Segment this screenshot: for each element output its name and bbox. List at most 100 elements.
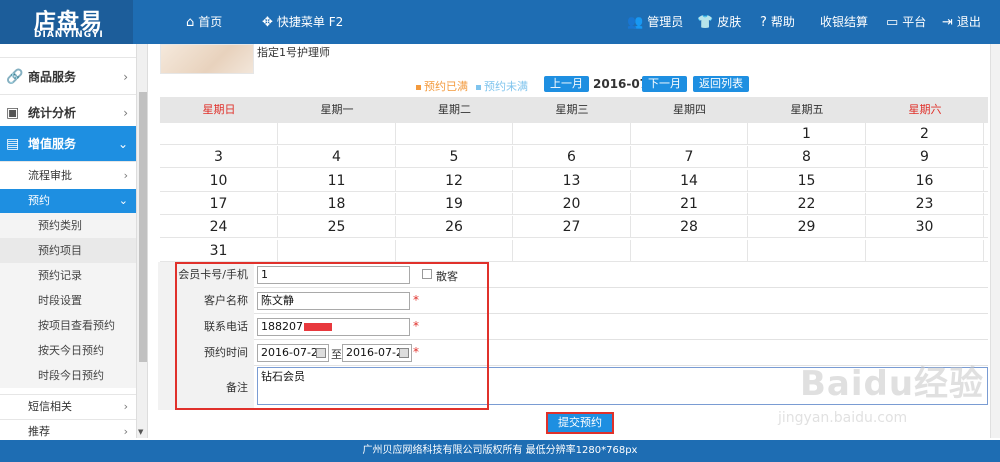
submit-reservation-button[interactable]: 提交预约	[546, 412, 614, 434]
calendar-day-cell	[631, 239, 748, 262]
chevron-right-icon: ›	[123, 70, 128, 84]
calendar-day-cell[interactable]: 5	[396, 146, 513, 169]
legend-full: 预约已满	[416, 78, 468, 94]
sidebar-scrollbar[interactable]: ▼	[136, 44, 147, 438]
calendar-day-cell[interactable]: 28	[631, 216, 748, 239]
calendar-day-cell	[396, 123, 513, 145]
calendar-day-cell	[748, 239, 866, 262]
calendar-day-cell[interactable]: 30	[866, 216, 984, 239]
form-row-member: 会员卡号/手机 1 散客	[158, 262, 988, 288]
sidebar-item-approval[interactable]: 流程审批 ›	[0, 164, 136, 188]
main-scrollbar[interactable]	[990, 44, 1000, 438]
sidebar-section-value-added[interactable]: ▤ 增值服务 ⌄	[0, 126, 136, 162]
calendar-day-cell[interactable]: 24	[160, 216, 278, 239]
calendar-day-cell[interactable]: 25	[278, 216, 396, 239]
calendar-week-row: 12	[160, 123, 988, 145]
required-mark: *	[413, 293, 419, 307]
sidebar-section-goods[interactable]: 🔗 商品服务 ›	[0, 59, 136, 95]
required-mark: *	[413, 345, 419, 359]
phone-label: 联系电话	[158, 314, 254, 340]
calendar-day-cell[interactable]: 18	[278, 192, 396, 215]
sidebar-leaf-reservation-type[interactable]: 预约类别	[0, 213, 136, 238]
time-to-input[interactable]: 2016-07-22	[342, 344, 412, 362]
sidebar-leaf-by-day-today[interactable]: 按天今日预约	[0, 338, 136, 363]
calendar-day-cell[interactable]: 17	[160, 192, 278, 215]
calendar-day-cell[interactable]: 15	[748, 169, 866, 192]
sidebar-scrollbar-thumb[interactable]	[139, 92, 147, 362]
monitor-icon: ▭	[886, 15, 899, 30]
calendar-day-cell[interactable]: 29	[748, 216, 866, 239]
note-label: 备注	[158, 366, 254, 410]
calendar-day-cell[interactable]: 7	[631, 146, 748, 169]
calendar-day-cell[interactable]: 20	[513, 192, 631, 215]
nav-skin[interactable]: 👕 皮肤	[697, 0, 741, 44]
chevron-right-icon: ›	[123, 169, 128, 182]
sidebar-item-recommend[interactable]: 推荐 ›	[0, 419, 136, 438]
nav-quick-menu[interactable]: ✥ 快捷菜单 F2	[262, 0, 343, 44]
nav-help[interactable]: ? 帮助	[760, 0, 795, 44]
weekday-header: 星期三	[555, 103, 589, 116]
assign-text: 指定1号护理师	[257, 46, 330, 59]
sidebar-leaf-time-slot[interactable]: 时段设置	[0, 288, 136, 313]
nav-admin[interactable]: 👥 管理员	[627, 0, 683, 44]
calendar-day-cell[interactable]: 13	[513, 169, 631, 192]
calendar-day-cell[interactable]: 23	[866, 192, 984, 215]
logo[interactable]: 店盘易 DIANYINGYI	[0, 0, 133, 44]
weekday-header: 星期四	[673, 103, 706, 116]
calendar-day-cell[interactable]: 16	[866, 169, 984, 192]
sidebar-clipped-item	[0, 44, 136, 58]
calendar-day-cell[interactable]: 4	[278, 146, 396, 169]
calendar-day-cell	[513, 239, 631, 262]
sidebar-leaf-slot-today[interactable]: 时段今日预约	[0, 363, 136, 388]
weekday-header: 星期五	[790, 103, 824, 116]
calendar-day-cell[interactable]: 3	[160, 146, 278, 169]
time-from-input[interactable]: 2016-07-22	[257, 344, 329, 362]
member-input[interactable]: 1	[257, 266, 410, 284]
calendar-day-cell[interactable]: 14	[631, 169, 748, 192]
calendar-day-cell[interactable]: 26	[396, 216, 513, 239]
calendar-day-cell[interactable]: 8	[748, 146, 866, 169]
form-row-note: 备注 钻石会员	[158, 366, 988, 410]
calendar-icon[interactable]	[316, 348, 326, 358]
calendar-day-cell[interactable]: 22	[748, 192, 866, 215]
sidebar-item-sms[interactable]: 短信相关 ›	[0, 394, 136, 418]
guest-checkbox[interactable]	[422, 269, 432, 279]
scroll-down-icon[interactable]: ▼	[138, 428, 143, 436]
form-row-name: 客户名称 陈文静 *	[158, 288, 988, 314]
calendar-day-cell[interactable]: 2	[866, 123, 984, 145]
calendar-day-cell[interactable]: 31	[160, 239, 278, 262]
square-icon	[476, 84, 481, 90]
phone-input[interactable]: 188207	[257, 318, 410, 336]
footer: 广州贝应网络科技有限公司版权所有 最低分辨率1280*768px	[0, 440, 1000, 462]
calendar-day-cell[interactable]: 27	[513, 216, 631, 239]
calendar-day-cell	[631, 123, 748, 145]
calendar-day-cell[interactable]: 10	[160, 169, 278, 192]
calendar-header: 星期日 星期一 星期二 星期三 星期四 星期五 星期六	[160, 97, 988, 123]
note-textarea[interactable]: 钻石会员	[257, 367, 988, 405]
next-month-button[interactable]: 下一月	[642, 76, 687, 92]
calendar-day-cell[interactable]: 9	[866, 146, 984, 169]
sidebar-item-reservation[interactable]: 预约 ⌄	[0, 189, 136, 213]
back-to-list-button[interactable]: 返回列表	[693, 76, 749, 92]
sidebar-leaf-reservation-project[interactable]: 预约项目	[0, 238, 136, 263]
calendar-day-cell	[513, 123, 631, 145]
sidebar-leaf-by-project[interactable]: 按项目查看预约	[0, 313, 136, 338]
name-input[interactable]: 陈文静	[257, 292, 410, 310]
nav-cashier[interactable]: 收银结算	[820, 0, 868, 44]
nav-logout[interactable]: ⇥ 退出	[942, 0, 981, 44]
form-row-time: 预约时间 2016-07-22 至 2016-07-22 *	[158, 340, 988, 366]
calendar-day-cell[interactable]: 11	[278, 169, 396, 192]
calendar-day-cell[interactable]: 12	[396, 169, 513, 192]
calendar-day-cell[interactable]: 6	[513, 146, 631, 169]
calendar-day-cell[interactable]: 1	[748, 123, 866, 145]
nav-platform[interactable]: ▭ 平台	[886, 0, 926, 44]
sidebar-leaf-reservation-record[interactable]: 预约记录	[0, 263, 136, 288]
calendar-day-cell[interactable]: 19	[396, 192, 513, 215]
prev-month-button[interactable]: 上一月	[544, 76, 589, 92]
legend-not-full: 预约未满	[476, 78, 528, 94]
nav-home[interactable]: ⌂ 首页	[186, 0, 222, 44]
calendar-day-cell[interactable]: 21	[631, 192, 748, 215]
current-month: 2016-07	[593, 77, 649, 91]
calendar-icon[interactable]	[399, 348, 409, 358]
move-icon: ✥	[262, 15, 273, 30]
